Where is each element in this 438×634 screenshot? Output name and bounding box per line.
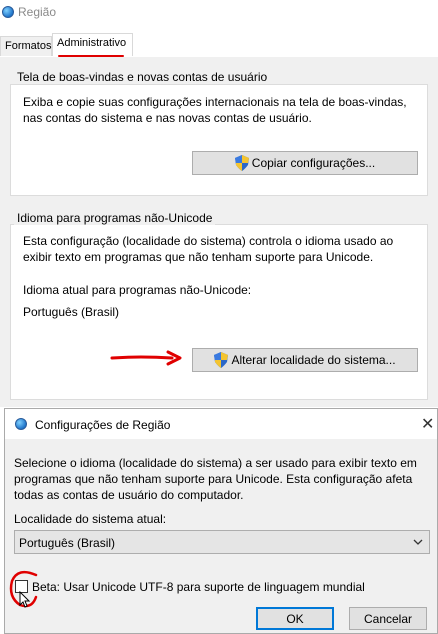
- current-locale-value: Português (Brasil): [23, 305, 120, 319]
- locale-selected-value: Português (Brasil): [19, 536, 116, 550]
- welcome-description-line1: Exiba e copie suas configurações interna…: [23, 95, 407, 109]
- tab-administrativo[interactable]: Administrativo: [52, 33, 133, 56]
- window-title: Região: [18, 5, 57, 19]
- dialog-description-line3: todas as contas de usuário do computador…: [14, 488, 244, 502]
- dialog-title: Configurações de Região: [35, 418, 171, 432]
- dialog-description-line1: Selecione o idioma (localidade do sistem…: [14, 456, 417, 470]
- cancel-button[interactable]: Cancelar: [349, 607, 427, 630]
- window-title-bar: Região: [0, 0, 438, 26]
- non-unicode-description-line1: Esta configuração (localidade do sistema…: [23, 234, 394, 248]
- ok-button[interactable]: OK: [256, 607, 334, 630]
- globe-icon: [15, 418, 27, 430]
- red-arrow-annotation: [110, 350, 182, 366]
- welcome-group-title: Tela de boas-vindas e novas contas de us…: [14, 70, 271, 84]
- change-system-locale-button[interactable]: Alterar localidade do sistema...: [192, 348, 418, 372]
- close-icon[interactable]: ✕: [421, 414, 434, 434]
- non-unicode-description-line2: exibir texto em programas que não tenham…: [23, 250, 374, 264]
- current-locale-label: Idioma atual para programas não-Unicode:: [23, 283, 252, 297]
- change-system-locale-label: Alterar localidade do sistema...: [231, 353, 396, 367]
- utf8-beta-label: Beta: Usar Unicode UTF-8 para suporte de…: [32, 580, 365, 594]
- chevron-down-icon: [413, 539, 423, 545]
- non-unicode-group-title: Idioma para programas não-Unicode: [14, 211, 216, 225]
- dialog-title-bar: Configurações de Região ✕: [5, 409, 437, 439]
- mouse-cursor-icon: [19, 591, 31, 608]
- locale-label: Localidade do sistema atual:: [14, 512, 167, 526]
- locale-select[interactable]: Português (Brasil): [14, 530, 430, 554]
- copy-settings-label: Copiar configurações...: [251, 156, 376, 170]
- region-settings-dialog: Configurações de Região ✕ Selecione o id…: [4, 408, 438, 634]
- welcome-description-line2: nas contas do sistema e nas novas contas…: [23, 111, 312, 125]
- copy-settings-button[interactable]: Copiar configurações...: [192, 151, 418, 175]
- tab-formatos[interactable]: Formatos: [0, 36, 52, 56]
- uac-shield-icon: [234, 155, 249, 171]
- dialog-description-line2: programas que não tenham suporte para Un…: [14, 472, 413, 486]
- uac-shield-icon: [214, 352, 229, 368]
- globe-icon: [2, 6, 14, 18]
